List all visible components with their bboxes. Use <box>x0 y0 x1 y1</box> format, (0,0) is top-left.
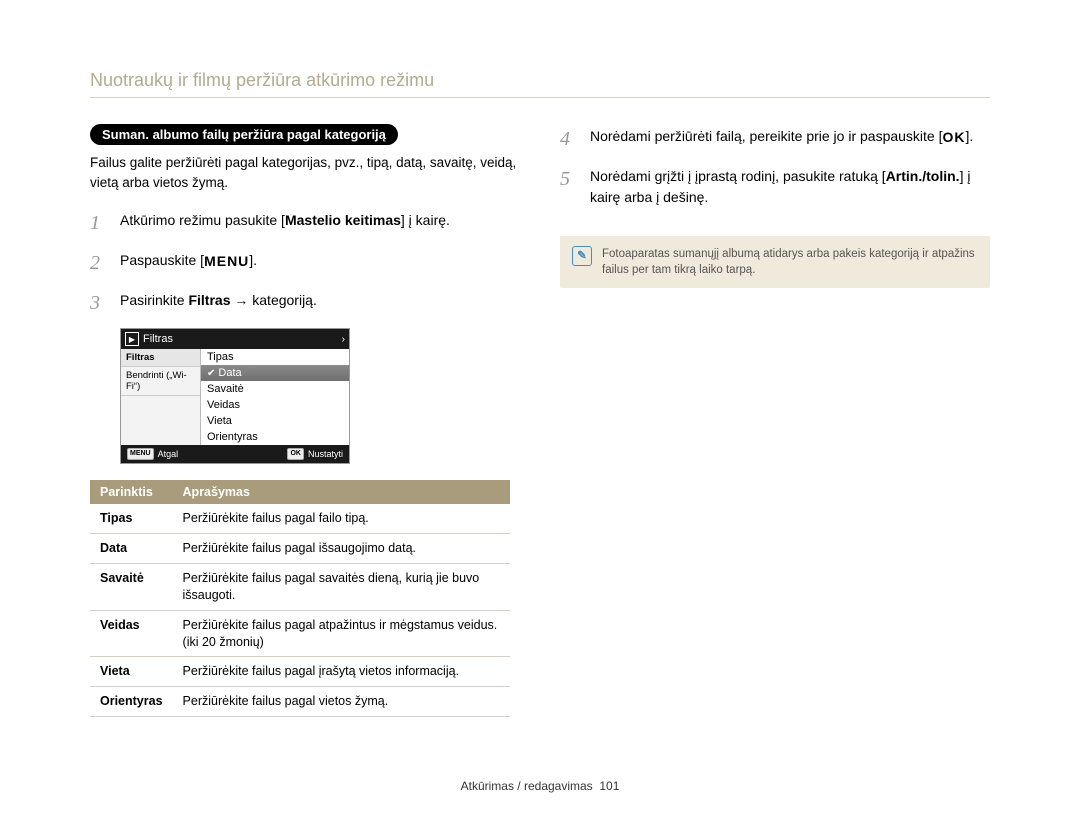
step-number: 1 <box>90 208 108 238</box>
options-header-parinktis: Parinktis <box>90 480 173 504</box>
step-3-pre: Pasirinkite <box>120 292 188 308</box>
step-number: 5 <box>560 164 578 208</box>
device-item-vieta: Vieta <box>201 413 349 429</box>
check-icon: ✔ <box>207 368 215 379</box>
options-table: Parinktis Aprašymas TipasPeržiūrėkite fa… <box>90 480 510 717</box>
ok-key-icon: OK <box>287 448 304 460</box>
back-label: Atgal <box>158 449 179 459</box>
step-2-pre: Paspauskite [ <box>120 252 204 268</box>
device-item-veidas: Veidas <box>201 397 349 413</box>
step-number: 3 <box>90 288 108 318</box>
options-header-aprasymas: Aprašymas <box>173 480 510 504</box>
step-5-bold: Artin./tolin. <box>886 168 960 184</box>
intro-text: Failus galite peržiūrėti pagal kategorij… <box>90 153 520 192</box>
step-2-post: ]. <box>249 252 257 268</box>
table-row: OrientyrasPeržiūrėkite failus pagal viet… <box>90 687 510 717</box>
left-column: Suman. albumo failų peržiūra pagal kateg… <box>90 124 520 717</box>
footer-page-number: 101 <box>599 779 619 793</box>
step-3-post: → kategoriją. <box>230 292 316 308</box>
footer-section: Atkūrimas / redagavimas <box>461 779 593 793</box>
step-number: 2 <box>90 248 108 278</box>
right-column: 4 Norėdami peržiūrėti failą, pereikite p… <box>560 124 990 717</box>
menu-button-label: MENU <box>204 251 249 272</box>
device-tab-share: Bendrinti („Wi-Fi“) <box>121 367 200 396</box>
device-top-label: Filtras <box>143 333 173 345</box>
step-5-pre: Norėdami grįžti į įprastą rodinį, pasuki… <box>590 168 886 184</box>
table-row: TipasPeržiūrėkite failus pagal failo tip… <box>90 504 510 533</box>
note-box: ✎ Fotoaparatas sumanųjį albumą atidarys … <box>560 236 990 288</box>
device-screenshot: ▶ Filtras › Filtras Bendrinti („Wi-Fi“) … <box>120 328 350 464</box>
step-1-bold: Mastelio keitimas <box>285 212 401 228</box>
note-text: Fotoaparatas sumanųjį albumą atidarys ar… <box>602 246 978 278</box>
step-1: 1 Atkūrimo režimu pasukite [Mastelio kei… <box>90 208 520 238</box>
chevron-right-icon: › <box>342 334 345 345</box>
step-1-pre: Atkūrimo režimu pasukite [ <box>120 212 285 228</box>
table-row: VietaPeržiūrėkite failus pagal įrašytą v… <box>90 657 510 687</box>
section-pill: Suman. albumo failų peržiūra pagal kateg… <box>90 124 398 145</box>
page-title: Nuotraukų ir filmų peržiūra atkūrimo rež… <box>90 70 990 98</box>
ok-button-label: OK <box>943 127 966 148</box>
set-label: Nustatyti <box>308 449 343 459</box>
page-footer: Atkūrimas / redagavimas 101 <box>0 779 1080 793</box>
step-1-post: ] į kairę. <box>401 212 450 228</box>
step-3-bold: Filtras <box>188 292 230 308</box>
device-item-savaite: Savaitė <box>201 381 349 397</box>
step-4-pre: Norėdami peržiūrėti failą, pereikite pri… <box>590 128 943 144</box>
device-item-tipas: Tipas <box>201 349 349 365</box>
table-row: VeidasPeržiūrėkite failus pagal atpažint… <box>90 610 510 657</box>
step-2: 2 Paspauskite [MENU]. <box>90 248 520 278</box>
info-icon: ✎ <box>572 246 592 266</box>
menu-key-icon: MENU <box>127 448 154 460</box>
step-number: 4 <box>560 124 578 154</box>
device-item-data: ✔Data <box>201 365 349 381</box>
step-4: 4 Norėdami peržiūrėti failą, pereikite p… <box>560 124 990 154</box>
device-item-orientyras: Orientyras <box>201 429 349 445</box>
table-row: SavaitėPeržiūrėkite failus pagal savaitė… <box>90 563 510 610</box>
step-5: 5 Norėdami grįžti į įprastą rodinį, pasu… <box>560 164 990 208</box>
table-row: DataPeržiūrėkite failus pagal išsaugojim… <box>90 534 510 564</box>
device-tab-filter: Filtras <box>121 349 200 367</box>
step-3: 3 Pasirinkite Filtras → kategoriją. <box>90 288 520 318</box>
play-icon: ▶ <box>125 332 139 346</box>
step-4-post: ]. <box>966 128 974 144</box>
